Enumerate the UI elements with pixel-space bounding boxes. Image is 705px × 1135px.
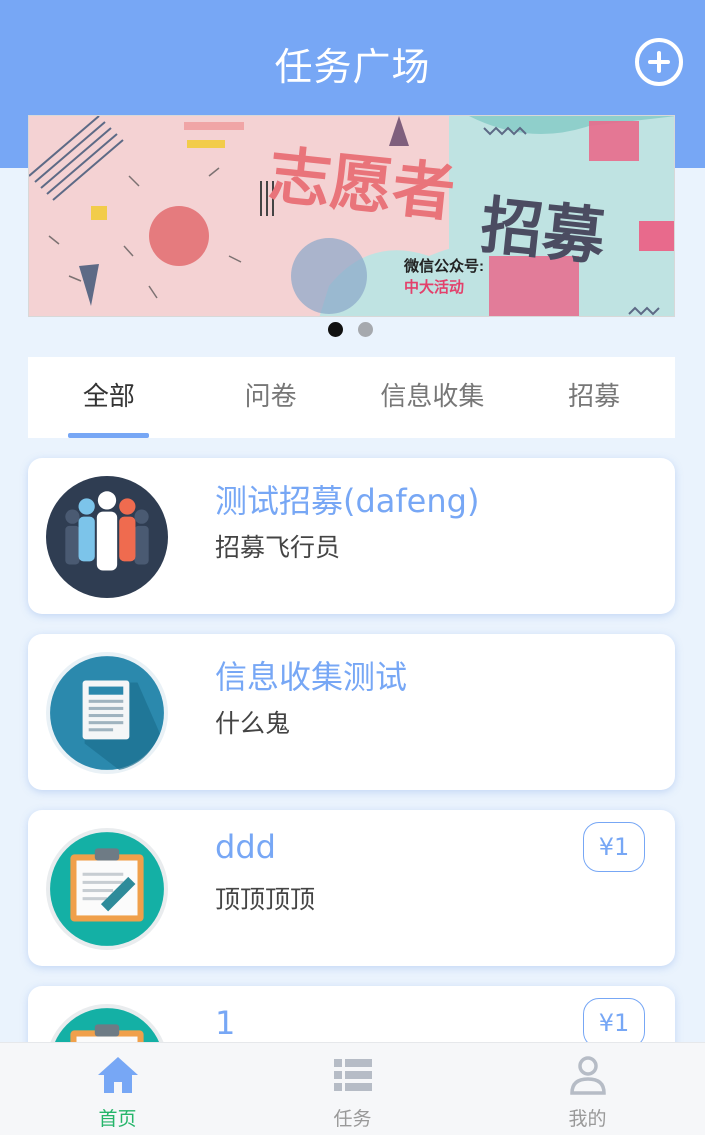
banner-image: 志愿者 招募 微信公众号: 中大活动 <box>29 116 674 316</box>
bottom-tab-bar: 首页 任务 我的 <box>0 1042 705 1135</box>
clipboard-icon <box>46 828 168 950</box>
task-description: 招募飞行员 <box>215 533 341 562</box>
nav-tasks-label: 任务 <box>333 1108 372 1130</box>
nav-home-label: 首页 <box>98 1108 137 1130</box>
task-description: 什么鬼 <box>215 709 291 738</box>
tab-survey[interactable]: 问卷 <box>190 357 352 438</box>
user-icon <box>569 1056 606 1095</box>
document-icon <box>46 652 168 774</box>
task-card[interactable]: 信息收集测试 什么鬼 <box>28 634 675 790</box>
task-title: 1 <box>215 1004 236 1042</box>
carousel-dot-2[interactable] <box>358 322 373 337</box>
banner-wechat-account: 中大活动 <box>404 278 464 296</box>
task-card[interactable]: ddd 顶顶顶顶 ¥1 <box>28 810 675 966</box>
tab-recruit[interactable]: 招募 <box>513 357 675 438</box>
reward-badge: ¥1 <box>583 822 645 872</box>
tab-all[interactable]: 全部 <box>28 357 190 438</box>
people-icon <box>46 476 168 598</box>
reward-badge: ¥1 <box>583 998 645 1048</box>
banner-headline-2: 招募 <box>478 191 610 273</box>
carousel-indicator <box>0 322 705 338</box>
add-task-button[interactable] <box>635 38 683 86</box>
task-square-page: 任务广场 志愿者 招募 微信公众号: 中大活动 全部 问卷 信息收集 招募 测试… <box>0 0 705 1135</box>
task-title: ddd <box>215 828 276 866</box>
nav-tasks[interactable]: 任务 <box>235 1043 470 1135</box>
task-title: 信息收集测试 <box>215 658 408 696</box>
carousel-dot-1[interactable] <box>328 322 343 337</box>
tab-info-collection[interactable]: 信息收集 <box>352 357 514 438</box>
nav-home[interactable]: 首页 <box>0 1043 235 1135</box>
task-title: 测试招募(dafeng) <box>215 482 480 520</box>
nav-profile-label: 我的 <box>568 1108 607 1130</box>
list-icon <box>333 1059 372 1091</box>
nav-profile[interactable]: 我的 <box>470 1043 705 1135</box>
task-card[interactable]: 测试招募(dafeng) 招募飞行员 <box>28 458 675 614</box>
home-icon <box>97 1057 138 1093</box>
banner-carousel[interactable]: 志愿者 招募 微信公众号: 中大活动 <box>28 115 675 317</box>
banner-wechat-label: 微信公众号: <box>403 257 484 275</box>
category-tabs: 全部 问卷 信息收集 招募 <box>28 357 675 438</box>
task-description: 顶顶顶顶 <box>215 885 316 914</box>
page-title: 任务广场 <box>274 45 431 89</box>
